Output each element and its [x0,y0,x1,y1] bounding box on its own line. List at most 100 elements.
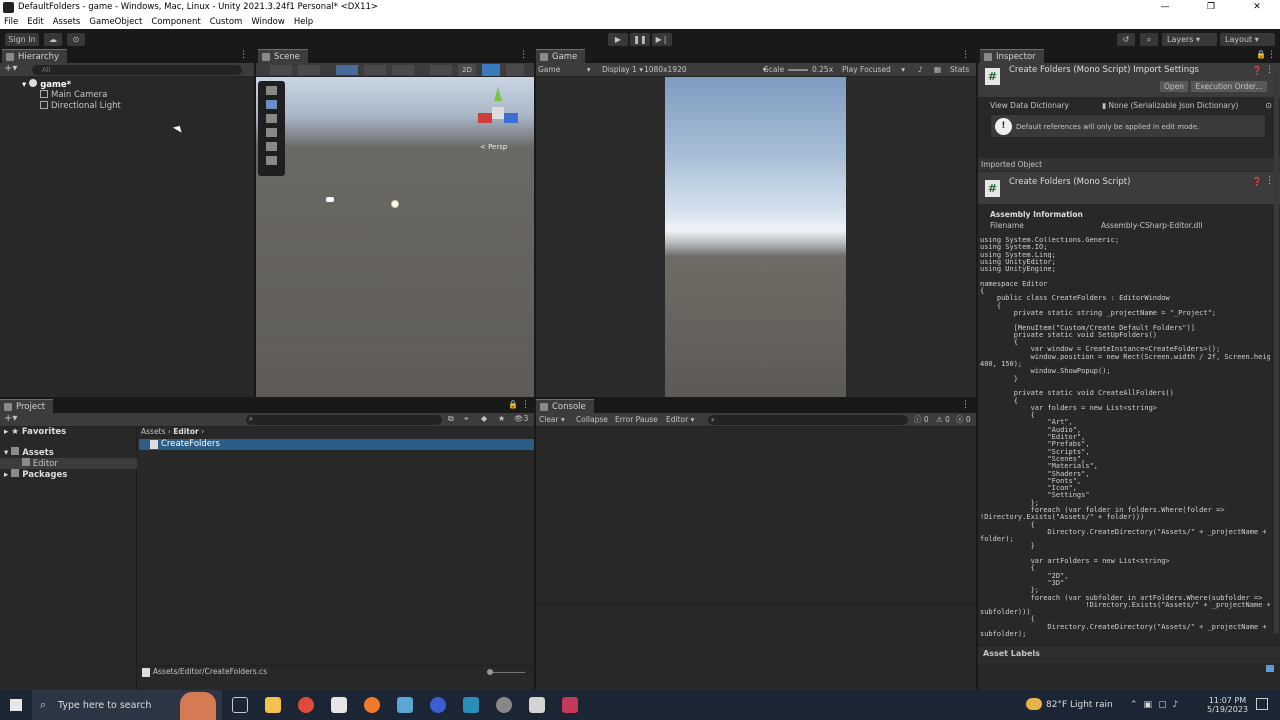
shading-icon[interactable] [298,65,320,75]
hierarchy-search-input[interactable]: All [32,65,242,75]
view-data-field[interactable]: ▮ None (Serializable Json Dictionary) [1102,101,1264,111]
resolution-dropdown[interactable]: 1080x1920 ▾ [644,63,766,77]
execution-order-button[interactable]: Execution Order... [1191,81,1267,92]
obs-icon[interactable] [496,697,512,713]
console-search-input[interactable]: ⌕ [708,415,908,425]
tab-inspector[interactable]: Inspector [980,49,1044,63]
cloud-icon[interactable]: ☁ [44,33,62,46]
layers-dropdown[interactable]: Layers ▾ [1162,33,1217,46]
mute-audio-icon[interactable]: ♪ [918,63,923,77]
notifications-icon[interactable] [1256,698,1268,710]
weather-text[interactable]: 82°F Light rain [1046,700,1113,710]
unity-editor-icon[interactable] [529,697,545,713]
lighting-toggle-icon[interactable] [482,64,500,76]
settings-menu-icon[interactable]: ⋮ [1265,65,1274,75]
menu-component[interactable]: Component [151,15,200,29]
menu-gameobject[interactable]: GameObject [89,15,142,29]
help-icon[interactable]: ❓ [1252,66,1262,75]
scale-tool-icon[interactable] [266,128,277,137]
tab-project[interactable]: Project [0,399,54,413]
close-button[interactable]: ✕ [1234,0,1280,15]
icon-size-slider[interactable] [489,672,525,673]
tag-icon[interactable]: ◆ [481,414,487,423]
light-gizmo-icon[interactable] [391,200,399,208]
file-explorer-icon[interactable] [265,697,281,713]
menu-edit[interactable]: Edit [27,15,43,29]
settings-menu-icon[interactable]: ⋮ [1265,176,1274,186]
inspector-scrollbar[interactable] [1274,73,1279,633]
add-icon[interactable]: +▾ [4,63,17,74]
filter-type-icon[interactable]: ⧉ [448,414,454,424]
panel-menu-icon[interactable]: ⋮ [961,50,970,60]
breadcrumb-assets[interactable]: Assets [141,427,165,436]
help-icon[interactable]: ❓ [1252,177,1262,186]
tray-icons[interactable]: ⌃▣▢♪ [1130,700,1184,710]
tab-scene[interactable]: Scene [258,49,308,63]
hand-tool-icon[interactable] [266,86,277,95]
grid-snap-icon[interactable] [336,65,358,75]
app-icon[interactable] [430,697,446,713]
menu-help[interactable]: Help [294,15,313,29]
x-axis-gizmo[interactable] [478,113,492,123]
persp-label[interactable]: < Persp [480,143,507,151]
move-tool-icon[interactable] [266,100,277,109]
step-button[interactable]: ▶❘ [652,33,672,46]
collapse-toggle[interactable]: Collapse [576,413,608,427]
clear-button[interactable]: Clear ▾ [539,413,565,427]
gizmo-center[interactable] [492,107,504,119]
project-search-input[interactable]: ⌕ [246,415,442,425]
panel-menu-icon[interactable]: ⋮ [519,50,528,60]
increment-icon[interactable] [392,65,414,75]
2d-toggle[interactable]: 2D [458,64,476,76]
scene-view[interactable]: < Persp [256,77,534,397]
editor-folder-row[interactable]: Editor [0,458,137,469]
z-axis-gizmo[interactable] [504,113,518,123]
services-icon[interactable]: ⊙ [67,33,85,46]
hidden-count[interactable]: 👁3 [514,414,528,423]
log-count-toggle[interactable]: ⓘ 0 [914,413,929,427]
stats-button[interactable]: Stats [950,63,969,77]
chrome-icon[interactable] [298,697,314,713]
panel-menu-icon[interactable]: ⋮ [521,400,530,410]
minimize-button[interactable]: — [1142,0,1188,15]
history-icon[interactable]: ↺ [1117,33,1135,46]
asset-bundle-icon[interactable] [1266,665,1274,672]
tab-hierarchy[interactable]: Hierarchy [2,49,68,63]
scale-slider[interactable] [788,69,808,71]
firefox-icon[interactable] [364,697,380,713]
panel-menu-icon[interactable]: ⋮ [961,400,970,410]
packages-row[interactable]: ▸ Packages [4,469,67,480]
app-icon[interactable] [397,697,413,713]
task-view-icon[interactable] [232,697,248,713]
y-axis-gizmo[interactable] [494,87,502,101]
hierarchy-item-main-camera[interactable]: Main Camera [40,90,107,101]
render-icon[interactable] [430,65,452,75]
rect-tool-icon[interactable] [266,142,277,151]
editor-dropdown[interactable]: Editor ▾ [666,413,694,427]
play-focused-dropdown[interactable]: Play Focused ▾ [842,63,905,77]
gizmos-icon[interactable]: ▦ [934,63,941,77]
warning-count-toggle[interactable]: ⚠ 0 [936,413,950,427]
draw-mode-icon[interactable] [270,65,292,75]
error-pause-toggle[interactable]: Error Pause [615,413,658,427]
open-button[interactable]: Open [1160,81,1188,92]
tab-console[interactable]: Console [536,399,594,413]
play-button[interactable]: ▶ [608,33,628,46]
menu-window[interactable]: Window [251,15,285,29]
breadcrumb-editor[interactable]: Editor [173,427,199,436]
error-count-toggle[interactable]: ⓧ 0 [956,413,971,427]
filter-label-icon[interactable]: ⌖ [464,414,469,424]
rotate-tool-icon[interactable] [266,114,277,123]
menu-file[interactable]: File [4,15,18,29]
clock[interactable]: 11:07 PM 5/19/2023 [1207,696,1248,714]
panel-menu-icon[interactable]: ⋮ [1267,50,1276,60]
add-icon[interactable]: +▾ [4,413,17,424]
scene-row[interactable]: ▾ game* [22,79,71,90]
favorite-icon[interactable]: ★ [498,414,505,423]
game-display-type-dropdown[interactable]: Game ▾ [538,63,590,77]
game-view[interactable] [536,77,976,397]
scene-gizmo[interactable] [478,87,518,127]
lock-icon[interactable]: 🔒 [508,400,518,409]
file-row-createfolders[interactable]: CreateFolders [139,439,534,450]
assets-row[interactable]: ▾ Assets [4,447,54,458]
